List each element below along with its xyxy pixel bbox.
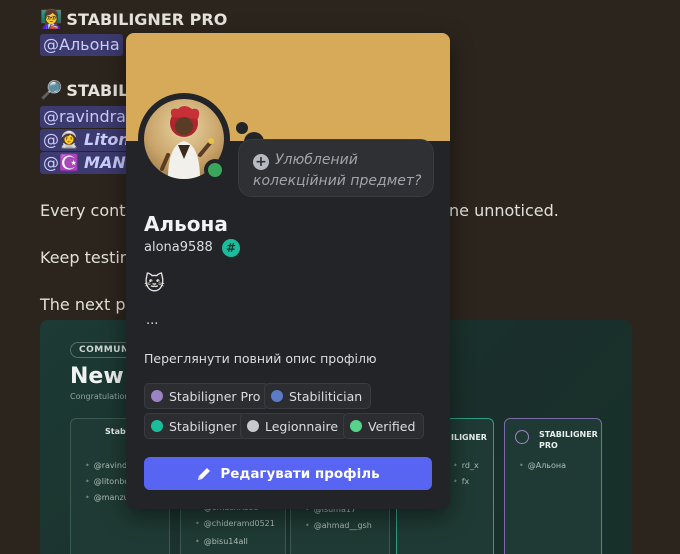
card-title: ILIGNER xyxy=(451,433,487,442)
role-color-dot xyxy=(151,420,163,432)
role-color-dot xyxy=(350,420,362,432)
title-stabili: 🔎 STABILI xyxy=(40,80,134,101)
card-user: @ahmad__gsh xyxy=(305,521,372,530)
bio-cat-emoji: 🐱 xyxy=(144,271,165,295)
hashtag-badge-icon[interactable]: # xyxy=(222,239,240,257)
bio-ellipsis: ... xyxy=(146,313,159,328)
title-text-2: STABILI xyxy=(66,81,135,100)
mention-liton-name: Liton xyxy=(84,130,130,149)
role-label: Stabiligner xyxy=(169,418,237,434)
role-color-dot xyxy=(247,420,259,432)
online-status-icon xyxy=(204,159,226,181)
role-label: Stabilitician xyxy=(289,388,363,404)
collectible-bubble[interactable]: + Улюблений колекційний предмет? xyxy=(238,139,434,197)
role-stabiligner[interactable]: Stabiligner xyxy=(144,413,246,439)
edit-profile-label: Редагувати профіль xyxy=(220,465,380,482)
edit-profile-button[interactable]: Редагувати профіль xyxy=(144,457,432,490)
role-stabiligner-pro[interactable]: Stabiligner Pro xyxy=(144,383,270,409)
astronaut-emoji: 👩‍🚀 xyxy=(59,130,79,149)
crescent-emoji: ☪️ xyxy=(59,153,79,172)
message-text-1-tail: ne unnoticed. xyxy=(449,201,559,220)
at-sign: @ xyxy=(43,153,59,172)
mention-alona[interactable]: @Альона xyxy=(40,34,123,56)
card-user: @chideramd0521 xyxy=(195,519,275,528)
mention-liton[interactable]: @👩‍🚀 Liton xyxy=(40,129,133,151)
role-label: Stabiligner Pro xyxy=(169,388,261,404)
collectible-placeholder: Улюблений колекційний предмет? xyxy=(253,152,422,189)
view-full-profile-link[interactable]: Переглянути повний опис профілю xyxy=(144,351,377,366)
role-label: Verified xyxy=(368,418,416,434)
teacher-emoji: 👩‍🏫 xyxy=(40,9,63,30)
thought-dot-small xyxy=(236,122,248,134)
role-color-dot xyxy=(151,390,163,402)
at-sign: @ xyxy=(43,130,59,149)
card-user: rd_x xyxy=(453,461,479,470)
username[interactable]: alona9588 xyxy=(144,240,213,255)
mention-ravindra[interactable]: @ravindra8 xyxy=(40,106,140,128)
mention-man-name: MAN xyxy=(84,153,126,172)
title-text: STABILIGNER PRO xyxy=(66,10,228,29)
magnifier-emoji: 🔎 xyxy=(40,80,63,101)
card-badge-icon xyxy=(515,430,529,444)
display-name: Альона xyxy=(144,212,228,236)
role-card-5: STABILIGNER PRO @Альона xyxy=(504,418,602,554)
card-user: @Альона xyxy=(519,461,566,470)
profile-popout: + Улюблений колекційний предмет? Альона … xyxy=(126,33,450,509)
title-stabiligner-pro: 👩‍🏫 STABILIGNER PRO xyxy=(40,9,227,30)
card-user: @bisu14all xyxy=(195,537,248,546)
message-text-1: Every contri xyxy=(40,201,137,220)
role-label: Legionnaire xyxy=(265,418,339,434)
role-stabilitician[interactable]: Stabilitician xyxy=(264,383,372,409)
pencil-icon xyxy=(198,467,211,480)
role-verified[interactable]: Verified xyxy=(343,413,425,439)
avatar-ring xyxy=(138,93,230,185)
mention-man[interactable]: @☪️ MAN xyxy=(40,152,129,174)
card-user: fx xyxy=(453,477,470,486)
embed-subtext: Congratulations xyxy=(70,392,134,401)
role-color-dot xyxy=(271,390,283,402)
role-legionnaire[interactable]: Legionnaire xyxy=(240,413,348,439)
card-title: STABILIGNER PRO xyxy=(539,430,598,450)
